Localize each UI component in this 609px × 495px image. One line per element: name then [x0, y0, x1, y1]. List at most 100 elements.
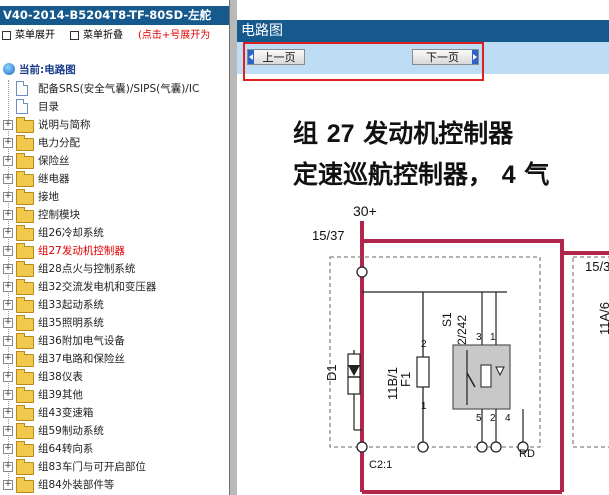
splitter[interactable] — [229, 0, 237, 495]
connector-box-right — [572, 256, 609, 448]
tree-doc-item[interactable]: 目录 — [0, 98, 229, 116]
folder-icon — [16, 369, 34, 385]
expand-plus-icon[interactable]: + — [3, 246, 13, 256]
expand-plus-icon[interactable]: + — [3, 120, 13, 130]
pin-3: 3 — [476, 332, 482, 343]
expand-plus-icon[interactable]: + — [3, 138, 13, 148]
tree-folder-label: 保险丝 — [38, 155, 70, 167]
expand-plus-icon[interactable]: + — [3, 282, 13, 292]
tree-folder-item[interactable]: + 组84外装部件等 — [0, 476, 229, 494]
tree-folder-item[interactable]: + 组43变速箱 — [0, 404, 229, 422]
expand-plus-icon[interactable]: + — [3, 426, 13, 436]
tree-folder-item[interactable]: + 组37电路和保险丝 — [0, 350, 229, 368]
next-page-button[interactable]: 下一页 — [412, 49, 479, 65]
tree-folder-item[interactable]: + 控制模块 — [0, 206, 229, 224]
expand-plus-icon[interactable]: + — [3, 192, 13, 202]
tree-folder-label: 组32交流发电机和变压器 — [38, 281, 157, 293]
tree-folder-item[interactable]: + 组32交流发电机和变压器 — [0, 278, 229, 296]
expand-plus-icon[interactable]: + — [3, 228, 13, 238]
label-2242: 2/242 — [455, 315, 469, 345]
prev-page-button[interactable]: 上一页 — [247, 49, 305, 65]
menu-collapse[interactable]: 菜单折叠 — [70, 28, 123, 44]
pin-1: 1 — [490, 332, 496, 343]
label-s1: S1 — [440, 312, 454, 327]
menu-bar: 菜单展开 菜单折叠 (点击+号展开为 — [0, 28, 229, 44]
node-c21 — [356, 441, 368, 453]
folder-icon — [16, 243, 34, 259]
tree-folder-label: 继电器 — [38, 173, 70, 185]
node-fuse — [417, 441, 429, 453]
tree-folder-item[interactable]: + 组28点火与控制系统 — [0, 260, 229, 278]
expand-plus-icon[interactable]: + — [3, 462, 13, 472]
folder-icon — [16, 189, 34, 205]
tree-folder-label: 组33起动系统 — [38, 299, 104, 311]
folder-icon — [16, 117, 34, 133]
pin-2: 2 — [490, 413, 496, 424]
expand-plus-icon[interactable]: + — [3, 354, 13, 364]
tree-doc-item[interactable]: 配备SRS(安全气囊)/SIPS(气囊)/IC — [0, 80, 229, 98]
folder-icon — [16, 279, 34, 295]
tree-doc-label: 配备SRS(安全气囊)/SIPS(气囊)/IC — [38, 83, 200, 95]
arrow-right-icon — [472, 50, 478, 64]
tree-folder-item[interactable]: + 继电器 — [0, 170, 229, 188]
tree-folder-item[interactable]: + 组83车门与可开启部位 — [0, 458, 229, 476]
tree-folder-item[interactable]: + 组26冷却系统 — [0, 224, 229, 242]
tree-folder-item[interactable]: + 说明与简称 — [0, 116, 229, 134]
tree-folder-item[interactable]: + 电力分配 — [0, 134, 229, 152]
tree-folder-item[interactable]: + 组35照明系统 — [0, 314, 229, 332]
diagram-title: 组 27 发动机控制器 — [293, 119, 514, 148]
tree-folder-item[interactable]: + 保险丝 — [0, 152, 229, 170]
expand-plus-icon[interactable]: + — [3, 210, 13, 220]
label-1537-left: 15/37 — [312, 228, 345, 243]
pin-1-fuse: 1 — [421, 401, 427, 412]
expand-plus-icon[interactable]: + — [3, 390, 13, 400]
folder-icon — [16, 477, 34, 493]
expand-plus-icon[interactable]: + — [3, 372, 13, 382]
tree-folder-label: 组37电路和保险丝 — [38, 353, 125, 365]
tree-folder-item[interactable]: + 组33起动系统 — [0, 296, 229, 314]
tree-folder-item[interactable]: + 接地 — [0, 188, 229, 206]
tree-folder-label: 组84外装部件等 — [38, 479, 115, 491]
collapse-icon — [70, 30, 79, 40]
label-f1: F1 — [398, 372, 413, 387]
label-1537-right: 15/3 — [585, 259, 609, 274]
menu-note: (点击+号展开为 — [138, 30, 211, 41]
expand-plus-icon[interactable]: + — [3, 318, 13, 328]
expand-plus-icon[interactable]: + — [3, 300, 13, 310]
tree-root[interactable]: 当前:电路图 — [0, 61, 229, 79]
expand-plus-icon[interactable]: + — [3, 156, 13, 166]
splitter-edge — [229, 0, 230, 495]
label-d1: D1 — [324, 364, 339, 381]
expand-plus-icon[interactable]: + — [3, 174, 13, 184]
expand-plus-icon[interactable]: + — [3, 336, 13, 346]
expand-plus-icon[interactable]: + — [3, 264, 13, 274]
tree-folder-item[interactable]: + 组36附加电气设备 — [0, 332, 229, 350]
tree-folder-item[interactable]: + 组38仪表 — [0, 368, 229, 386]
label-30: 30+ — [353, 203, 377, 219]
pin-2-fuse: 2 — [421, 339, 427, 350]
arrow-left-icon — [248, 50, 254, 64]
panel-header: 电路图 — [237, 20, 609, 42]
menu-expand[interactable]: 菜单展开 — [2, 28, 55, 44]
folder-icon — [16, 207, 34, 223]
tree-folder-item[interactable]: + 组64转向系 — [0, 440, 229, 458]
tree-folder-item[interactable]: + 组27发动机控制器 — [0, 242, 229, 260]
folder-icon — [16, 423, 34, 439]
relay-coil — [480, 364, 492, 388]
folder-icon — [16, 315, 34, 331]
folder-icon — [16, 405, 34, 421]
node-relay-5 — [476, 441, 488, 453]
expand-plus-icon[interactable]: + — [3, 408, 13, 418]
tree-root-label: 当前:电路图 — [19, 64, 76, 76]
expand-plus-icon[interactable]: + — [3, 444, 13, 454]
diagram-panel: 电路图 上一页 下一页 组 27 发动机控制器 定速巡航控制器， 4 气 30+… — [237, 0, 609, 495]
tree-folder-item[interactable]: + 组39其他 — [0, 386, 229, 404]
expand-icon — [2, 30, 11, 40]
tree-folder-label: 说明与简称 — [38, 119, 91, 131]
expand-plus-icon[interactable]: + — [3, 480, 13, 490]
tree-folder-item[interactable]: + 组59制动系统 — [0, 422, 229, 440]
circuit-diagram: 30+ 15/37 15/3 D1 11B/1 F1 2 1 S1 2/242 … — [312, 203, 609, 494]
tree-folder-label: 组59制动系统 — [38, 425, 104, 437]
tree-folder-label: 组39其他 — [38, 389, 83, 401]
document-title: V40-2014-B5204T8-TF-80SD-左舵 — [0, 6, 229, 25]
